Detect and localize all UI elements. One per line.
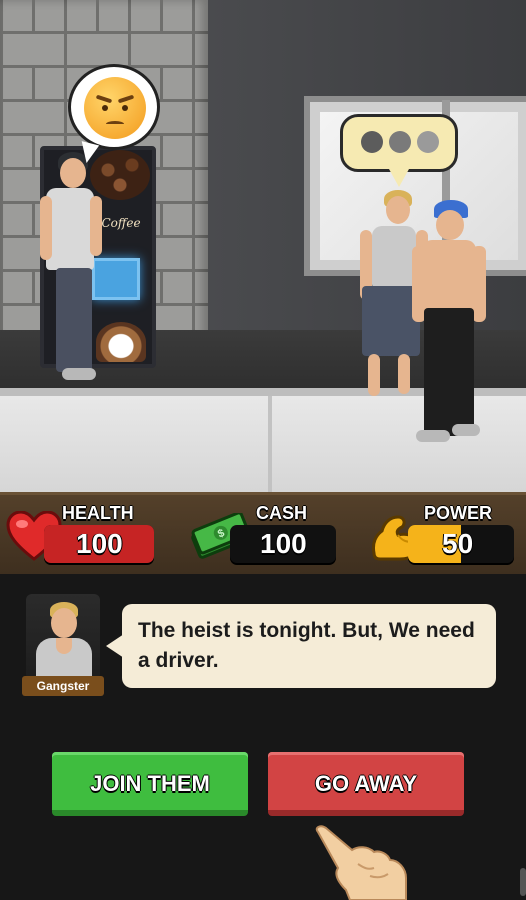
- dialog-text: The heist is tonight. But, We need a dri…: [138, 619, 475, 672]
- game-scene: Coffee: [0, 0, 526, 492]
- power-stat: POWER 50: [368, 495, 518, 577]
- typing-bubble: [340, 114, 458, 187]
- pointing-hand-icon: [315, 825, 407, 900]
- go-away-label: GO AWAY: [314, 771, 418, 796]
- npc-left[interactable]: [40, 150, 110, 390]
- health-stat: HEALTH 100: [0, 495, 170, 577]
- speaker-avatar: Gangster: [20, 594, 106, 698]
- join-them-label: JOIN THEM: [90, 771, 210, 796]
- power-label: POWER: [424, 503, 493, 523]
- cash-label: CASH: [256, 503, 308, 523]
- cash-bar: 100: [230, 525, 336, 563]
- health-value: 100: [76, 528, 123, 559]
- scrollbar-nub[interactable]: [520, 868, 526, 896]
- speech-bubble: The heist is tonight. But, We need a dri…: [106, 604, 496, 688]
- cash-stat: $ CASH 100: [190, 495, 340, 577]
- angry-face-icon: [84, 77, 146, 139]
- sidewalk-seam: [268, 396, 272, 492]
- power-value: 50: [442, 528, 474, 559]
- npc-shirtless[interactable]: [412, 196, 492, 446]
- emotion-bubble: [68, 64, 160, 150]
- stats-bar: HEALTH 100 $ CASH 100 POWER 50: [0, 492, 526, 574]
- power-bar: 50: [408, 525, 514, 563]
- cash-value: 100: [260, 528, 307, 559]
- join-them-button[interactable]: JOIN THEM: [52, 752, 248, 816]
- typing-dot: [417, 131, 439, 153]
- typing-dot: [389, 131, 411, 153]
- typing-dots-icon: [361, 131, 383, 153]
- avatar: [26, 594, 100, 680]
- speaker-name: Gangster: [22, 676, 104, 696]
- go-away-button[interactable]: GO AWAY: [268, 752, 464, 816]
- health-bar: 100: [44, 525, 154, 563]
- dialog-panel: Gangster The heist is tonight. But, We n…: [0, 574, 526, 900]
- health-label: HEALTH: [62, 503, 134, 523]
